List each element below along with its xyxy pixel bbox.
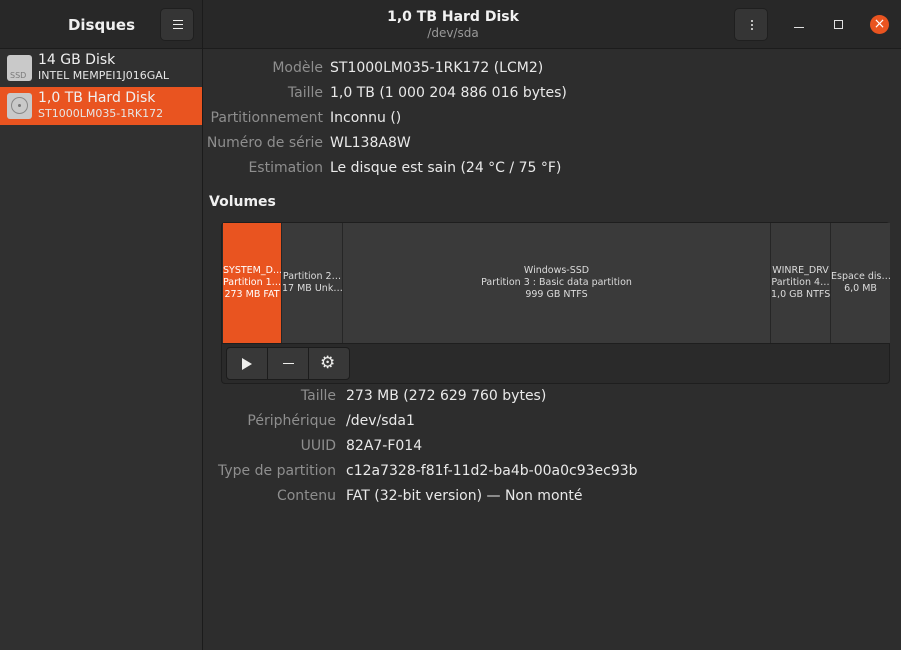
info-row-assessment: Estimation Le disque est sain (24 °C / 7… <box>203 160 893 180</box>
volumes-panel: SYSTEM_D… Partition 1… 273 MB FAT Partit… <box>221 222 890 384</box>
disk-item-14gb[interactable]: SSD 14 GB Disk INTEL MEMPEI1J016GAL <box>0 49 202 87</box>
info-value: Inconnu () <box>330 110 402 126</box>
gears-icon: ⚙ <box>320 353 336 373</box>
disk-menu-button[interactable] <box>734 8 768 41</box>
info-value: 273 MB (272 629 760 bytes) <box>346 388 547 404</box>
ssd-icon: SSD <box>7 55 32 81</box>
maximize-icon <box>834 20 843 29</box>
divider <box>222 343 889 344</box>
info-label: Partitionnement <box>210 110 323 126</box>
disk-name: 14 GB Disk <box>38 52 116 68</box>
volume-map: SYSTEM_D… Partition 1… 273 MB FAT Partit… <box>223 223 890 343</box>
minimize-icon <box>794 27 804 28</box>
disk-list: SSD 14 GB Disk INTEL MEMPEI1J016GAL 1,0 … <box>0 49 203 650</box>
sidebar-header: Disques <box>0 0 203 49</box>
volume-segment-4[interactable]: WINRE_DRV Partition 4… 1,0 GB NTFS <box>771 223 831 343</box>
partition-row-uuid: UUID 82A7-F014 <box>203 438 893 458</box>
info-value: 1,0 TB (1 000 204 886 016 bytes) <box>330 85 567 101</box>
disk-model: INTEL MEMPEI1J016GAL <box>38 69 169 82</box>
volume-segment-1[interactable]: SYSTEM_D… Partition 1… 273 MB FAT <box>223 223 282 343</box>
hard-disk-icon <box>7 93 32 119</box>
volume-segment-free[interactable]: Espace dis… 6,0 MB <box>831 223 890 343</box>
disk-item-1tb[interactable]: 1,0 TB Hard Disk ST1000LM035-1RK172 <box>0 87 202 125</box>
info-label: Taille <box>287 85 323 101</box>
info-value: 82A7-F014 <box>346 438 423 454</box>
disk-model: ST1000LM035-1RK172 <box>38 107 164 120</box>
info-value: c12a7328-f81f-11d2-ba4b-00a0c93ec93b <box>346 463 638 479</box>
partition-row-device: Périphérique /dev/sda1 <box>203 413 893 433</box>
info-row-model: Modèle ST1000LM035-1RK172 (LCM2) <box>203 60 893 80</box>
maximize-button[interactable] <box>830 15 848 33</box>
close-icon: × <box>873 16 886 32</box>
disk-device-path: /dev/sda <box>427 26 479 40</box>
info-row-serial: Numéro de série WL138A8W <box>203 135 893 155</box>
info-row-size: Taille 1,0 TB (1 000 204 886 016 bytes) <box>203 85 893 105</box>
partition-row-contents: Contenu FAT (32-bit version) — Non monté <box>203 488 893 508</box>
disk-title: 1,0 TB Hard Disk <box>387 9 519 25</box>
close-button[interactable]: × <box>870 15 889 34</box>
info-value: Le disque est sain (24 °C / 75 °F) <box>330 160 562 176</box>
info-value: WL138A8W <box>330 135 411 151</box>
volume-toolbar: ⚙ <box>226 347 350 380</box>
volume-segment-3[interactable]: Windows-SSD Partition 3 : Basic data par… <box>343 223 771 343</box>
info-row-partitioning: Partitionnement Inconnu () <box>203 110 893 130</box>
volume-segment-2[interactable]: Partition 2… 17 MB Unk… <box>282 223 343 343</box>
delete-partition-button[interactable] <box>268 348 309 379</box>
minus-icon <box>283 363 294 364</box>
info-label: Périphérique <box>247 413 336 429</box>
partition-row-type: Type de partition c12a7328-f81f-11d2-ba4… <box>203 463 893 483</box>
disk-details: Modèle ST1000LM035-1RK172 (LCM2) Taille … <box>203 49 901 650</box>
main-menu-button[interactable] <box>160 8 194 41</box>
info-label: Type de partition <box>218 463 336 479</box>
info-label: Numéro de série <box>206 135 323 151</box>
info-label: Modèle <box>272 60 323 76</box>
info-label: Taille <box>300 388 336 404</box>
header-bar: Disques 1,0 TB Hard Disk /dev/sda × <box>0 0 901 49</box>
info-value: /dev/sda1 <box>346 413 415 429</box>
window-title: 1,0 TB Hard Disk /dev/sda <box>203 9 703 40</box>
minimize-button[interactable] <box>790 15 808 33</box>
mount-button[interactable] <box>227 348 268 379</box>
partition-row-size: Taille 273 MB (272 629 760 bytes) <box>203 388 893 408</box>
info-label: Contenu <box>276 488 336 504</box>
play-icon <box>242 358 252 370</box>
volumes-heading: Volumes <box>209 194 276 210</box>
disk-name: 1,0 TB Hard Disk <box>38 90 156 106</box>
partition-settings-button[interactable]: ⚙ <box>309 348 349 379</box>
info-label: UUID <box>300 438 336 454</box>
info-value: FAT (32-bit version) — Non monté <box>346 488 583 504</box>
info-label: Estimation <box>248 160 323 176</box>
info-value: ST1000LM035-1RK172 (LCM2) <box>330 60 544 76</box>
